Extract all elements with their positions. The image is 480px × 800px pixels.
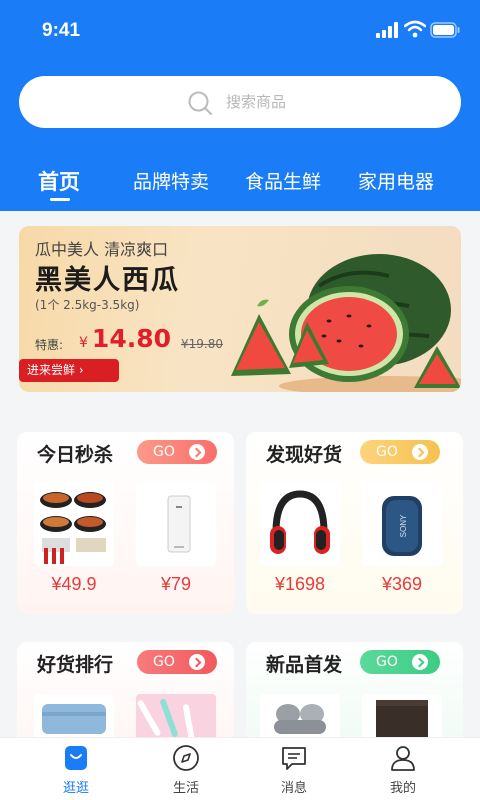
tab-fresh-food[interactable]: 食品生鲜: [245, 167, 321, 194]
chevron-right-icon: [189, 654, 205, 670]
go-label: GO: [376, 654, 398, 670]
product-price: ¥369: [381, 574, 423, 594]
tab-brand-sale[interactable]: 品牌特卖: [133, 167, 209, 194]
message-icon: [282, 747, 306, 770]
bottom-tab-bar: 逛逛 生活 消息 我的: [0, 737, 480, 800]
compass-icon: [173, 745, 199, 771]
tabbar-item-life[interactable]: 生活: [131, 744, 241, 798]
go-label: GO: [153, 654, 175, 670]
tabbar-item-messages[interactable]: 消息: [239, 744, 349, 798]
go-button[interactable]: GO: [137, 650, 217, 674]
earbuds-image: [274, 704, 326, 734]
category-tabs: 首页 品牌特卖 食品生鲜 家用电器: [0, 162, 480, 202]
banner-currency: ¥: [79, 335, 88, 351]
wifi-icon: [404, 20, 426, 38]
go-label: GO: [153, 444, 175, 460]
status-time: 9:41: [42, 20, 81, 41]
section-flash-sale: 今日秒杀 GO ¥49.9 ¥79: [17, 432, 234, 614]
search-bar[interactable]: 搜索商品: [19, 76, 461, 128]
tabbar-item-browse[interactable]: 逛逛: [21, 744, 131, 798]
search-placeholder: 搜索商品: [226, 93, 287, 111]
headphones-image: [270, 490, 330, 554]
banner-spec: (1个 2.5kg-3.5kg): [35, 298, 140, 312]
active-tab-indicator: [50, 198, 70, 201]
header: 9:41 搜索商品 首页 品牌特卖 食品生鲜 家用电器: [0, 0, 480, 211]
chevron-right-icon: [412, 654, 428, 670]
tabbar-label: 逛逛: [62, 781, 89, 796]
chevron-right-icon: [412, 444, 428, 460]
product-price: ¥79: [160, 574, 192, 594]
towel-image: [42, 704, 106, 734]
product-price: ¥49.9: [51, 574, 97, 594]
section-discover: 发现好货 GO SONY ¥1698 ¥369: [246, 432, 463, 614]
chevron-right-icon: [189, 444, 205, 460]
section-title: 新品首发: [266, 654, 343, 676]
banner-price-value: 14.80: [91, 324, 171, 353]
shopping-bag-icon: [65, 746, 87, 770]
section-title: 发现好货: [266, 444, 343, 466]
banner-title: 黑美人西瓜: [35, 265, 180, 296]
banner-price: ¥14.80: [79, 324, 171, 353]
tab-home[interactable]: 首页: [38, 166, 80, 196]
go-button[interactable]: GO: [137, 440, 217, 464]
banner-cta-button[interactable]: 进来尝鲜 ›: [19, 359, 119, 382]
tab-home-appliances[interactable]: 家用电器: [358, 167, 434, 194]
tabbar-label: 我的: [389, 781, 416, 796]
product-card-1[interactable]: [34, 482, 114, 566]
banner-price-label: 特惠:: [35, 338, 64, 352]
go-button[interactable]: GO: [360, 440, 440, 464]
svg-text:SONY: SONY: [399, 514, 408, 537]
product-price: ¥1698: [274, 574, 326, 594]
product-card-2[interactable]: [136, 482, 216, 566]
tabbar-item-me[interactable]: 我的: [348, 744, 458, 798]
product-card-2[interactable]: [362, 694, 442, 742]
banner-subtitle: 瓜中美人 清凉爽口: [35, 240, 169, 259]
product-card-1[interactable]: [260, 482, 340, 566]
tabbar-label: 生活: [172, 781, 199, 796]
toothbrush-image: [137, 699, 195, 742]
cellular-signal-icon: [376, 22, 398, 38]
search-icon: [188, 91, 212, 115]
power-bank-image: [167, 495, 191, 553]
section-ranking: 好货排行 GO: [17, 642, 234, 742]
battery-icon: [430, 22, 460, 38]
go-button[interactable]: GO: [360, 650, 440, 674]
section-title: 今日秒杀: [37, 444, 114, 466]
wallet-image: [376, 700, 428, 742]
banner-cta-label: 进来尝鲜: [27, 363, 76, 377]
section-new-arrivals: 新品首发 GO: [246, 642, 463, 742]
product-card-1[interactable]: [260, 694, 340, 742]
watermelon-image: [231, 254, 461, 392]
speaker-image: SONY: [382, 496, 422, 556]
status-bar: 9:41: [0, 0, 480, 60]
instant-noodle-image: [40, 492, 106, 564]
go-label: GO: [376, 444, 398, 460]
product-card-2[interactable]: [136, 694, 216, 742]
product-card-1[interactable]: [34, 694, 114, 742]
tabbar-label: 消息: [280, 781, 307, 796]
section-title: 好货排行: [37, 654, 114, 676]
product-card-2[interactable]: SONY: [362, 482, 442, 566]
user-icon: [391, 746, 415, 771]
